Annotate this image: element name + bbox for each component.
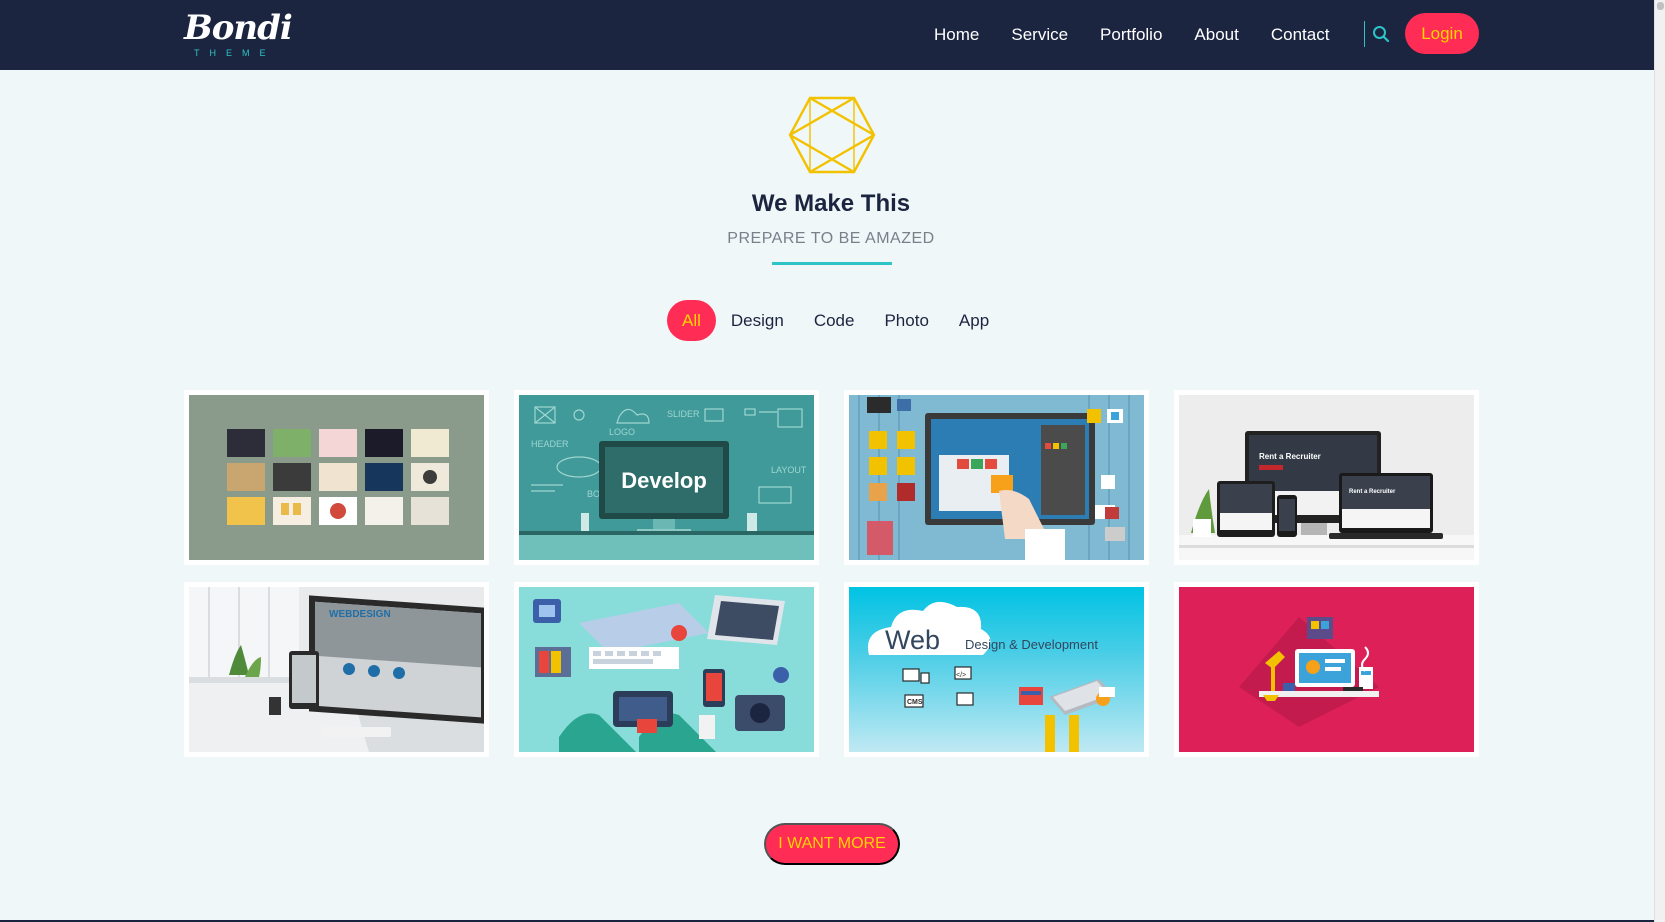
nav-link-service[interactable]: Service (1011, 25, 1068, 45)
portfolio-item[interactable]: Web Design & Development </> CMS (844, 582, 1149, 757)
section-subtitle: PREPARE TO BE AMAZED (727, 230, 935, 247)
portfolio-item[interactable] (184, 390, 489, 565)
login-button[interactable]: Login (1405, 13, 1479, 54)
brand-name: Bondi (184, 8, 293, 48)
svg-text:CMS: CMS (907, 699, 923, 706)
svg-text:LAYOUT: LAYOUT (771, 465, 807, 475)
portfolio-item[interactable] (1174, 582, 1479, 757)
svg-text:HEADER: HEADER (531, 439, 569, 449)
navbar: Bondi THEME Home Service Portfolio About… (0, 0, 1654, 70)
page-scrollbar[interactable] (1654, 0, 1665, 922)
portfolio-image-workspace-flatlay (519, 587, 814, 752)
filter-design[interactable]: Design (716, 300, 799, 341)
recruiter-label: Rent a Recruiter (1259, 452, 1321, 461)
web-label: Web (885, 625, 940, 655)
filter-photo[interactable]: Photo (869, 300, 943, 341)
portfolio-image-design-cards (189, 395, 484, 560)
portfolio-image-web-design-development: Web Design & Development </> CMS (849, 587, 1144, 752)
filter-all[interactable]: All (667, 300, 716, 341)
portfolio-filters: All Design Code Photo App (667, 300, 1004, 341)
brand-tagline: THEME (194, 48, 276, 58)
svg-text:Rent a Recruiter: Rent a Recruiter (1349, 489, 1396, 495)
portfolio-image-web-design-screen (849, 395, 1144, 560)
title-underline (772, 262, 892, 265)
portfolio-item[interactable] (844, 390, 1149, 565)
design-development-label: Design & Development (965, 637, 1098, 652)
svg-text:</>: </> (956, 672, 966, 679)
nav-link-contact[interactable]: Contact (1271, 25, 1330, 45)
portfolio-item[interactable]: WEBDESIGN (184, 582, 489, 757)
nav-link-portfolio[interactable]: Portfolio (1100, 25, 1162, 45)
develop-label: Develop (621, 468, 707, 493)
brand-logo[interactable]: Bondi THEME (184, 8, 293, 60)
i-want-more-button[interactable]: I WANT MORE (764, 823, 900, 865)
section-title: We Make This (751, 190, 911, 217)
svg-text:LOGO: LOGO (609, 427, 635, 437)
filter-code[interactable]: Code (799, 300, 870, 341)
nav-divider (1364, 21, 1365, 47)
nav-link-about[interactable]: About (1194, 25, 1238, 45)
main-nav: Home Service Portfolio About Contact (934, 0, 1361, 70)
scrollbar-thumb[interactable] (1657, 2, 1664, 10)
portfolio-image-responsive-devices: Rent a Recruiter Rent a Recruiter (1179, 395, 1474, 560)
hexagon-logo-icon (788, 96, 876, 174)
portfolio-item[interactable]: Rent a Recruiter Rent a Recruiter (1174, 390, 1479, 565)
nav-link-home[interactable]: Home (934, 25, 979, 45)
filter-app[interactable]: App (944, 300, 1004, 341)
search-icon[interactable] (1372, 25, 1390, 43)
portfolio-item[interactable] (514, 582, 819, 757)
portfolio-image-develop: SLIDER HEADER LOGO BOX LAYOUT Develop (519, 395, 814, 560)
portfolio-item[interactable]: SLIDER HEADER LOGO BOX LAYOUT Develop (514, 390, 819, 565)
svg-text:SLIDER: SLIDER (667, 409, 700, 419)
webdesign-label: WEBDESIGN (329, 609, 391, 620)
portfolio-image-isometric-desk (1179, 587, 1474, 752)
portfolio-image-webdesign-desk: WEBDESIGN (189, 587, 484, 752)
